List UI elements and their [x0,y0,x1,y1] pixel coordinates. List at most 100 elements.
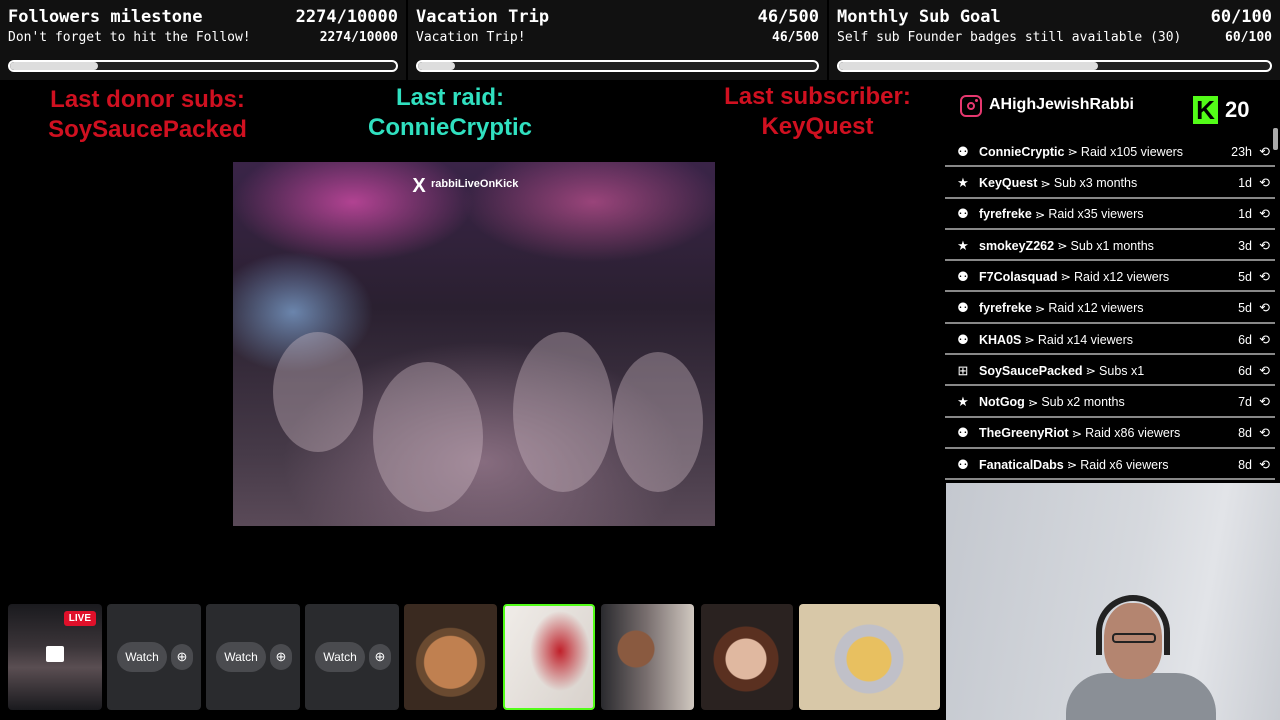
event-time: 7d [1238,395,1252,410]
last-donor-subs: Last donor subs: SoySaucePacked [20,85,275,145]
event-row[interactable]: ★ KeyQuest ⋗ Sub x3 months 1d ⟲ [945,170,1275,199]
event-time: 8d [1238,457,1252,472]
event-text: Raid x12 viewers [1073,269,1170,284]
replay-icon[interactable]: ⟲ [1259,144,1270,160]
event-text: Raid x14 viewers [1037,332,1134,347]
thumbnail-avatar-anime[interactable] [799,604,940,710]
event-row[interactable]: ⊞ SoySaucePacked ⋗ Subs x1 6d ⟲ [945,357,1275,387]
event-text: Raid x105 viewers [1080,144,1184,159]
replay-icon[interactable]: ⟲ [1259,269,1270,285]
event-username: fyrefreke [979,301,1032,316]
thumbnail-person-2[interactable] [701,604,793,710]
zoom-in-icon[interactable]: ⊕ [270,644,292,670]
thumbnail-avatar-pirate[interactable] [404,604,497,710]
event-separator: ⋗ [1040,176,1051,191]
zoom-in-icon[interactable]: ⊕ [171,644,193,670]
raid-icon: ⚉ [957,425,969,441]
event-separator: ⋗ [1024,333,1035,348]
event-text: Subs x1 [1099,363,1145,378]
star-icon: ★ [957,394,969,410]
event-row[interactable]: ⚉ F7Colasquad ⋗ Raid x12 viewers 5d ⟲ [945,263,1275,293]
replay-icon[interactable]: ⟲ [1259,363,1270,379]
event-username: fyrefreke [979,207,1032,222]
kick-logo-icon: K [1193,96,1218,124]
event-row[interactable]: ⚉ KHA0S ⋗ Raid x14 viewers 6d ⟲ [945,326,1275,356]
event-separator: ⋗ [1066,458,1078,473]
crowd-shape [273,332,363,452]
crowd-shape [513,332,613,492]
goal-count: 60/100 [1210,7,1272,27]
event-text: Raid x86 viewers [1085,426,1181,441]
events-list: ⚉ ConnieCryptic ⋗ Raid x105 viewers 23h ⟲ ★ Key… [945,136,1275,481]
raid-icon: ⚉ [957,268,969,284]
goal-followers: Followers milestone 2274/10000 Don't for… [0,0,406,80]
person-body [1066,673,1216,720]
event-row[interactable]: ⚉ ConnieCryptic ⋗ Raid x105 viewers 23h ⟲ [945,138,1275,168]
thumbnail-person-1[interactable] [601,604,694,710]
watch-button[interactable]: Watch [315,642,365,672]
event-row[interactable]: ★ smokeyZ262 ⋗ Sub x1 months 3d ⟲ [945,232,1275,262]
raid-icon: ⚉ [957,206,969,222]
event-text: Sub x3 months [1053,176,1138,191]
event-text: Sub x2 months [1041,395,1125,410]
thumbnail-shirt[interactable] [503,604,595,710]
event-separator: ⋗ [1071,426,1083,441]
event-row[interactable]: ⚉ fyrefreke ⋗ Raid x35 viewers 1d ⟲ [945,201,1275,230]
event-time: 5d [1238,301,1252,316]
event-separator: ⋗ [1057,239,1068,254]
zoom-in-icon[interactable]: ⊕ [369,644,391,670]
goal-title: Vacation Trip [416,7,550,27]
event-row[interactable]: ★ NotGog ⋗ Sub x2 months 7d ⟲ [945,389,1275,418]
goal-count: 2274/10000 [295,7,398,27]
event-username: F7Colasquad [979,269,1058,284]
goal-progress-bar [8,60,398,72]
event-separator: ⋗ [1034,207,1046,222]
live-badge: LIVE [63,611,96,626]
thumbnail-watch-2: Watch ⊕ [206,604,300,710]
goal-title: Monthly Sub Goal [837,7,1001,27]
event-username: KeyQuest [979,176,1038,191]
star-icon: ★ [957,237,969,253]
last-subscriber: Last subscriber: KeyQuest [700,82,935,142]
goal-progress-bar [837,60,1272,72]
replay-icon[interactable]: ⟲ [1259,425,1270,441]
replay-icon[interactable]: ⟲ [1259,300,1270,316]
raid-icon: ⚉ [957,300,969,316]
last-subscriber-name: KeyQuest [761,113,874,140]
event-time: 6d [1238,332,1252,347]
clip-video[interactable]: X rabbiLiveOnKick [233,162,715,526]
replay-icon[interactable]: ⟲ [1259,238,1270,254]
last-raid: Last raid: ConnieCryptic [325,83,575,143]
last-donor-label: Last donor subs: [50,86,245,113]
thumbnail-live[interactable]: LIVE [8,604,102,710]
event-time: 1d [1238,207,1252,222]
event-separator: ⋗ [1067,145,1078,160]
event-username: TheGreenyRiot [979,426,1069,441]
replay-icon[interactable]: ⟲ [1259,394,1270,410]
event-time: 5d [1238,269,1252,284]
event-row[interactable]: ⚉ FanaticalDabs ⋗ Raid x6 viewers 8d ⟲ [945,451,1275,481]
goal-progress-bar [416,60,819,72]
event-text: Raid x35 viewers [1048,207,1144,222]
replay-icon[interactable]: ⟲ [1259,457,1270,473]
event-time: 6d [1238,363,1252,378]
event-row[interactable]: ⚉ TheGreenyRiot ⋗ Raid x86 viewers 8d ⟲ [945,420,1275,449]
goal-count: 46/500 [757,7,819,27]
watch-button[interactable]: Watch [216,642,266,672]
replay-icon[interactable]: ⟲ [1259,175,1270,191]
webcam-feed [946,483,1280,720]
thumbnail-watch-1: Watch ⊕ [107,604,201,710]
event-username: smokeyZ262 [979,238,1055,253]
raid-icon: ⚉ [957,331,969,347]
replay-icon[interactable]: ⟲ [1259,332,1270,348]
replay-icon[interactable]: ⟲ [1259,206,1270,222]
crowd-shape [373,362,483,512]
last-donor-name: SoySaucePacked [48,116,247,143]
raid-icon: ⚉ [957,143,969,159]
event-row[interactable]: ⚉ fyrefreke ⋗ Raid x12 viewers 5d ⟲ [945,295,1275,324]
goal-count-small: 2274/10000 [319,30,398,45]
event-separator: ⋗ [1060,270,1071,285]
watch-button[interactable]: Watch [117,642,167,672]
star-icon: ★ [957,175,969,191]
goal-monthly-sub: Monthly Sub Goal 60/100 Self sub Founder… [829,0,1280,80]
